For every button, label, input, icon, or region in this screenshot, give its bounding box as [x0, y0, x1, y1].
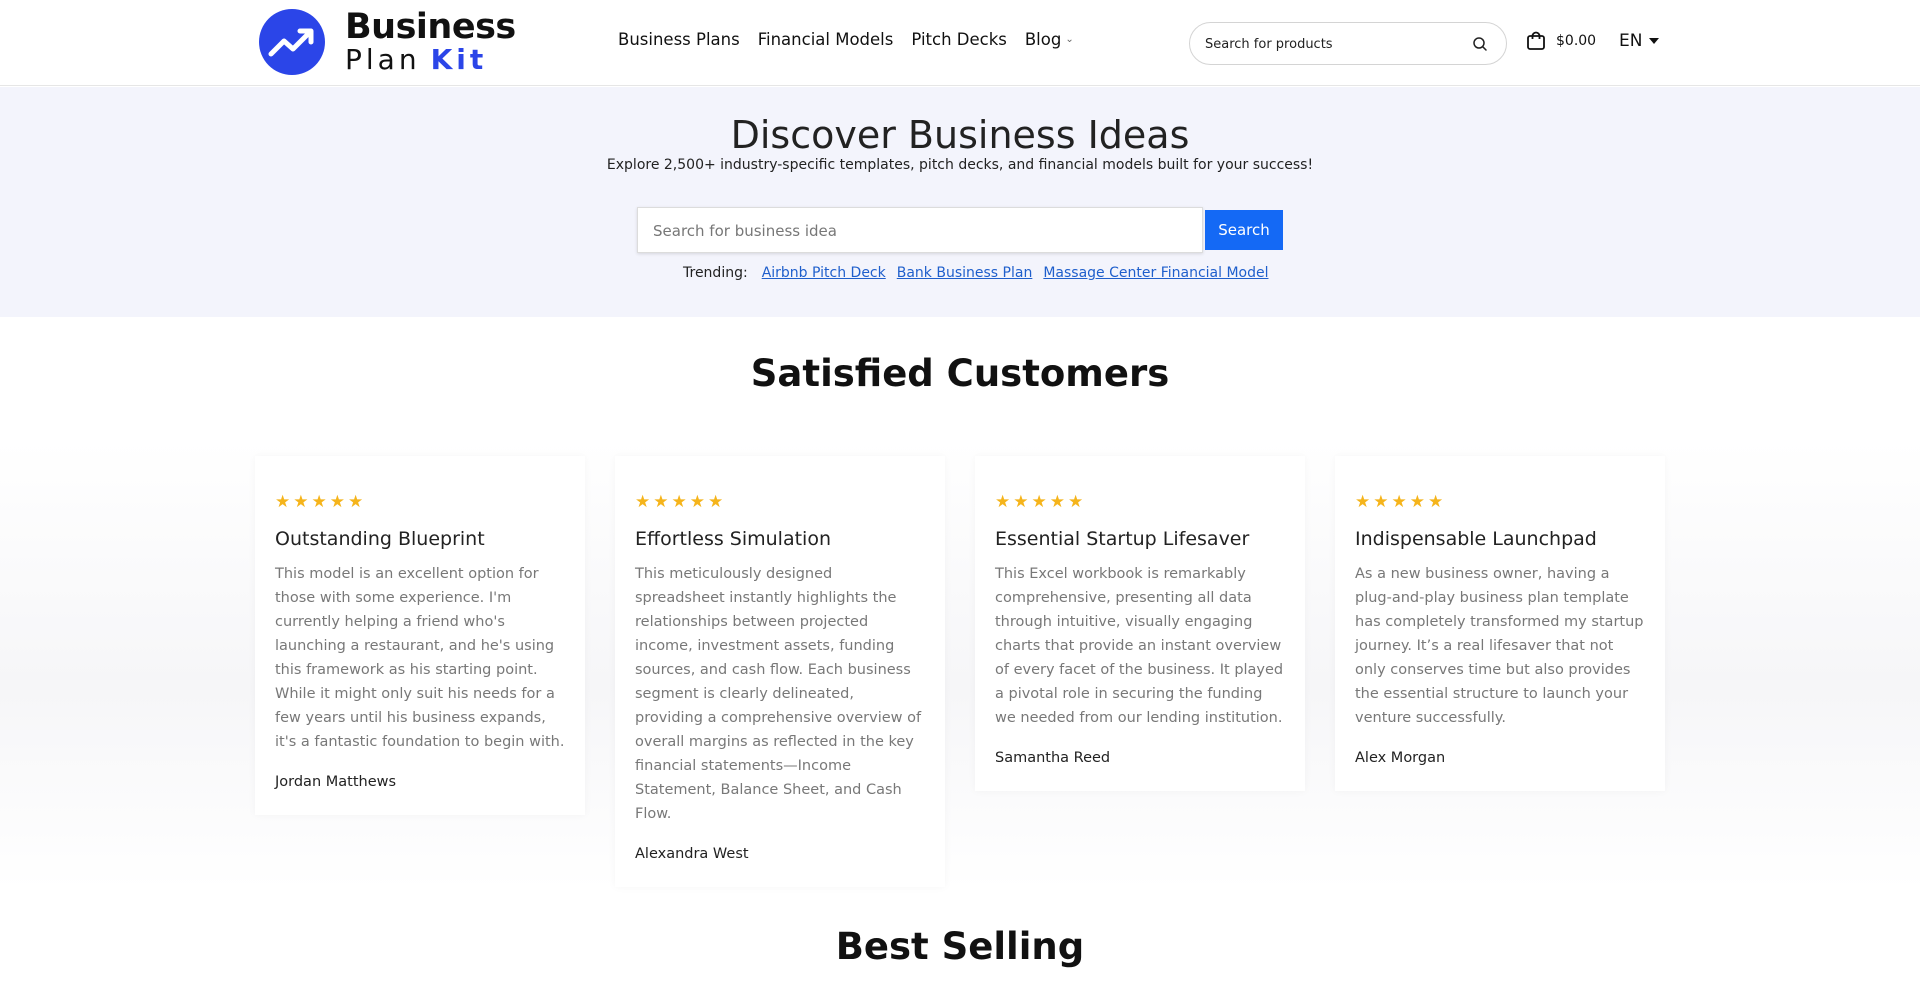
trending-link-massage[interactable]: Massage Center Financial Model [1043, 265, 1268, 281]
review-card: ★ ★ ★ ★ ★ Essential Startup Lifesaver This E… [975, 456, 1305, 791]
site-header: Business Plan Kit Business Plans Financia… [0, 0, 1920, 86]
best-selling-title: Best Selling [835, 925, 1085, 968]
review-title: Indispensable Launchpad [1355, 528, 1597, 550]
review-title: Effortless Simulation [635, 528, 831, 550]
caret-down-icon [1649, 38, 1660, 44]
nav-blog-label: Blog [1024, 30, 1062, 49]
product-search [1189, 22, 1507, 65]
star-icon: ★ [1391, 492, 1407, 511]
star-icon: ★ [348, 492, 364, 511]
logo-kit: Kit [430, 43, 488, 76]
language-label: EN [1619, 31, 1643, 51]
trending-label: Trending: [683, 265, 748, 281]
logo-wordmark: Business Plan Kit [345, 10, 516, 74]
review-card: ★ ★ ★ ★ ★ Outstanding Blueprint This model i… [255, 456, 585, 815]
star-icon: ★ [329, 492, 345, 511]
cart-button[interactable]: $0.00 [1525, 30, 1596, 52]
language-selector[interactable]: EN [1619, 31, 1660, 51]
review-author: Samantha Reed [995, 750, 1111, 766]
star-icon: ★ [995, 492, 1011, 511]
nav-pitch-decks[interactable]: Pitch Decks [911, 30, 1007, 49]
star-icon: ★ [635, 492, 651, 511]
star-icon: ★ [1049, 492, 1065, 511]
site-logo[interactable]: Business Plan Kit [259, 9, 516, 75]
review-title: Essential Startup Lifesaver [995, 528, 1250, 550]
review-body: This meticulously designed spreadsheet i… [635, 566, 922, 822]
product-search-input[interactable] [1205, 33, 1465, 55]
star-icon: ★ [275, 492, 291, 511]
review-body: This model is an excellent option for th… [275, 566, 565, 750]
star-icon: ★ [671, 492, 687, 511]
logo-line2: Plan Kit [345, 46, 516, 74]
trending-link-bank[interactable]: Bank Business Plan [897, 265, 1033, 281]
star-icon: ★ [1031, 492, 1047, 511]
hero-section: Discover Business Ideas Explore 2,500+ i… [0, 87, 1920, 317]
trend-up-icon [259, 9, 325, 75]
trending-links: Trending: Airbnb Pitch Deck Bank Busines… [683, 265, 1279, 281]
review-card: ★ ★ ★ ★ ★ Indispensable Launchpad As a new b… [1335, 456, 1665, 791]
star-rating: ★ ★ ★ ★ ★ [635, 493, 925, 511]
main-nav: Business Plans Financial Models Pitch De… [618, 30, 1092, 49]
idea-search [637, 207, 1203, 253]
chevron-down-icon: ⌄ [1065, 34, 1074, 45]
review-body: As a new business owner, having a plug-a… [1355, 566, 1644, 726]
star-icon: ★ [1068, 492, 1084, 511]
nav-financial-models[interactable]: Financial Models [758, 30, 894, 49]
logo-plan: Plan [345, 43, 421, 76]
star-icon: ★ [293, 492, 309, 511]
trending-link-airbnb[interactable]: Airbnb Pitch Deck [762, 265, 886, 281]
idea-search-input[interactable] [653, 220, 1183, 242]
star-rating: ★ ★ ★ ★ ★ [275, 493, 565, 511]
search-icon[interactable] [1472, 36, 1488, 52]
star-rating: ★ ★ ★ ★ ★ [995, 493, 1285, 511]
review-title: Outstanding Blueprint [275, 528, 485, 550]
nav-business-plans[interactable]: Business Plans [618, 30, 740, 49]
customers-title: Satisfied Customers [750, 352, 1170, 395]
shopping-bag-icon [1527, 31, 1545, 50]
star-icon: ★ [1013, 492, 1029, 511]
review-body: This Excel workbook is remarkably compre… [995, 566, 1284, 726]
star-icon: ★ [1355, 492, 1371, 511]
hero-title: Discover Business Ideas [730, 113, 1190, 157]
search-button[interactable]: Search [1205, 210, 1283, 250]
review-author: Alexandra West [635, 846, 749, 862]
review-author: Alex Morgan [1355, 750, 1446, 766]
nav-blog[interactable]: Blog ⌄ [1025, 30, 1074, 49]
star-icon: ★ [1409, 492, 1425, 511]
star-icon: ★ [1428, 492, 1444, 511]
star-icon: ★ [653, 492, 669, 511]
star-icon: ★ [708, 492, 724, 511]
star-rating: ★ ★ ★ ★ ★ [1355, 493, 1645, 511]
star-icon: ★ [311, 492, 327, 511]
logo-line1: Business [345, 7, 516, 47]
review-card: ★ ★ ★ ★ ★ Effortless Simulation This meticul… [615, 456, 945, 887]
star-icon: ★ [1373, 492, 1389, 511]
cart-total: $0.00 [1556, 33, 1597, 49]
review-author: Jordan Matthews [275, 774, 397, 790]
star-icon: ★ [689, 492, 705, 511]
hero-subtitle: Explore 2,500+ industry-specific templat… [606, 157, 1314, 173]
